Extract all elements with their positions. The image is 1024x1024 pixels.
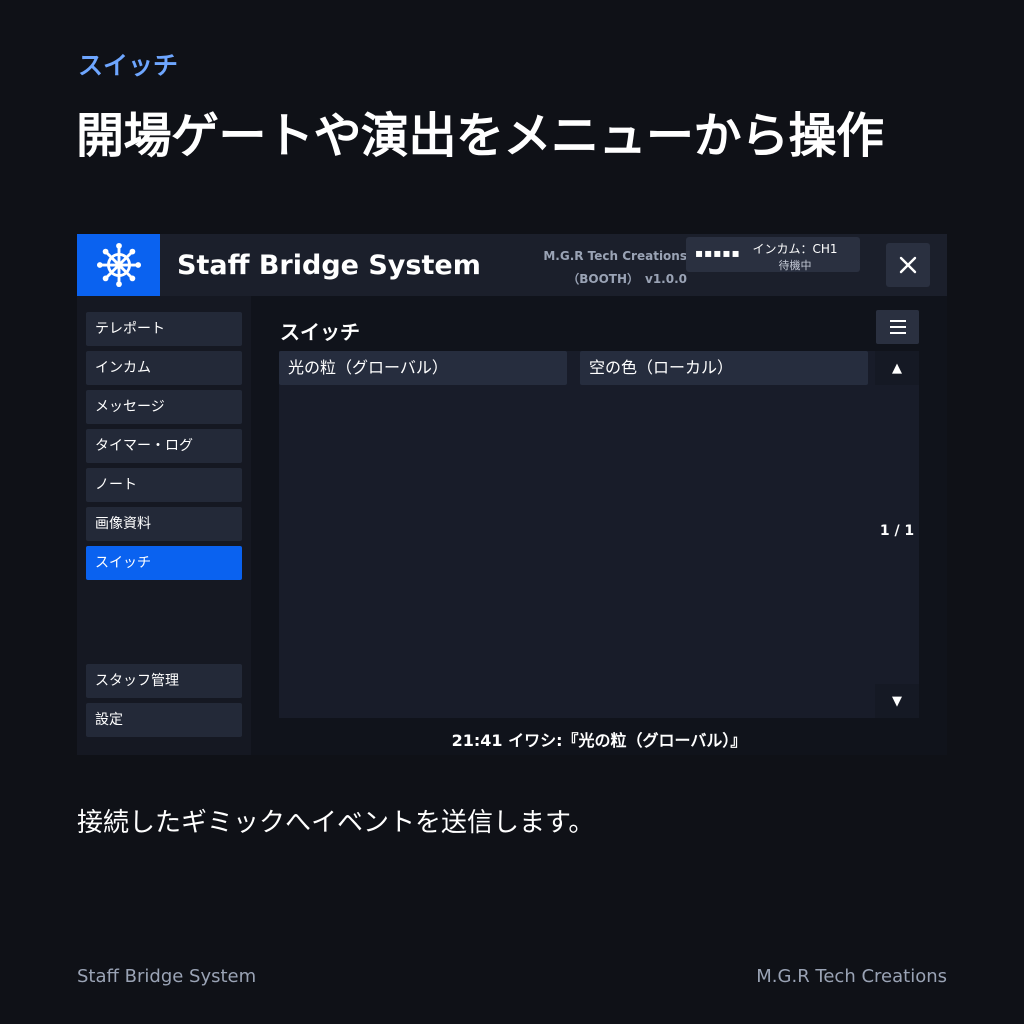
caption: 接続したギミックへイベントを送信します。 [77,808,595,838]
hamburger-icon [889,320,906,334]
app-logo [77,234,160,296]
arrow-up-icon: ▲ [892,360,902,376]
scroll-up-button[interactable]: ▲ [875,351,919,385]
section-title: スイッチ [280,320,360,344]
sidebar-item-message[interactable]: メッセージ [86,390,242,424]
sidebar: テレポート インカム メッセージ タイマー・ログ ノート 画像資料 スイッチ ス… [77,296,251,755]
sidebar-item-intercom[interactable]: インカム [86,351,242,385]
event-log: 21:41 イワシ:『光の粒（グローバル）』 [451,731,747,750]
close-button[interactable] [886,243,930,287]
sidebar-item-timer-log[interactable]: タイマー・ログ [86,429,242,463]
footer-product: Staff Bridge System [77,966,257,987]
close-icon [899,256,917,274]
menu-button[interactable] [876,310,919,344]
sidebar-item-switch[interactable]: スイッチ [86,546,242,580]
vendor-name: M.G.R Tech Creations [543,249,687,263]
main-panel: スイッチ 光の粒（グローバル） 空の色（ローカル） ▲ 1 / 1 ▼ [251,296,947,755]
eyebrow-label: スイッチ [78,51,179,80]
vendor-version: （BOOTH） v1.0.0 [567,272,687,286]
sidebar-item-staff[interactable]: スタッフ管理 [86,664,242,698]
page-headline: 開場ゲートや演出をメニューから操作 [76,108,884,164]
scroll-down-button[interactable]: ▼ [875,684,919,718]
vendor-info: M.G.R Tech Creations （BOOTH） v1.0.0 [527,245,687,291]
intercom-status[interactable]: ▪▪▪▪▪ インカム：CH1 待機中 [686,237,860,272]
sidebar-item-note[interactable]: ノート [86,468,242,502]
ship-wheel-icon [96,242,141,288]
sidebar-item-settings[interactable]: 設定 [86,703,242,737]
title-bar: Staff Bridge System M.G.R Tech Creations… [77,234,947,296]
page-indicator: 1 / 1 [879,523,915,539]
switch-list: 光の粒（グローバル） 空の色（ローカル） ▲ 1 / 1 ▼ [279,351,919,718]
app-window: Staff Bridge System M.G.R Tech Creations… [77,234,947,755]
intercom-state: 待機中 [778,259,812,272]
switch-button[interactable]: 光の粒（グローバル） [279,351,567,385]
sidebar-item-teleport[interactable]: テレポート [86,312,242,346]
app-title: Staff Bridge System [177,250,481,281]
sidebar-item-images[interactable]: 画像資料 [86,507,242,541]
switch-button[interactable]: 空の色（ローカル） [580,351,868,385]
arrow-down-icon: ▼ [892,693,902,709]
intercom-channel: インカム：CH1 [752,242,838,256]
footer-vendor: M.G.R Tech Creations [756,966,947,987]
